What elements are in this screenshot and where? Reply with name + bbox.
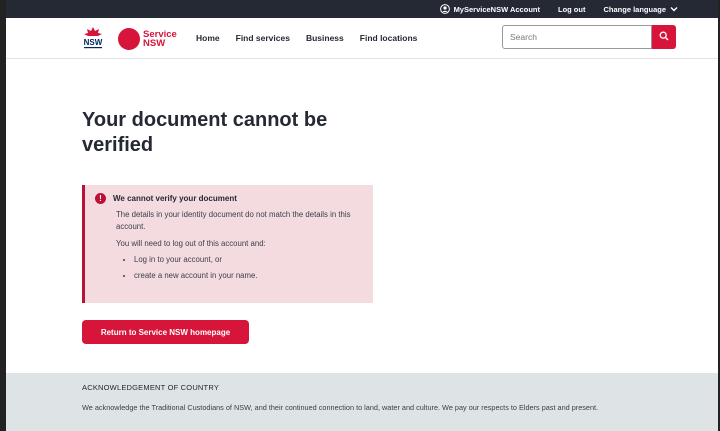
- language-label: Change language: [603, 4, 666, 14]
- nsw-government-logo[interactable]: NSW: [82, 26, 104, 52]
- error-icon: !: [95, 193, 106, 204]
- browser-page: MyServiceNSW Account Log out Change lang…: [6, 0, 718, 431]
- user-icon: [439, 4, 450, 14]
- search-input[interactable]: [502, 25, 652, 49]
- chevron-down-icon: [670, 6, 678, 12]
- return-home-button[interactable]: Return to Service NSW homepage: [82, 320, 249, 344]
- utility-bar: MyServiceNSW Account Log out Change lang…: [6, 0, 718, 18]
- alert-heading: We cannot verify your document: [113, 194, 237, 203]
- search-bar: [502, 25, 676, 49]
- nsw-logo-text: NSW: [84, 38, 103, 47]
- nav-business[interactable]: Business: [306, 33, 344, 43]
- nav-find-services[interactable]: Find services: [236, 33, 290, 43]
- acknowledgement-footer: ACKNOWLEDGEMENT OF COUNTRY We acknowledg…: [6, 373, 718, 431]
- change-language-dropdown[interactable]: Change language: [603, 5, 678, 14]
- nav-home[interactable]: Home: [196, 33, 220, 43]
- alert-paragraph-2: You will need to log out of this account…: [116, 239, 266, 248]
- main-nav: Home Find services Business Find locatio…: [196, 33, 417, 43]
- site-header: NSW Service NSW Home Find services Busin…: [6, 18, 718, 59]
- logout-link[interactable]: Log out: [558, 5, 586, 14]
- page-title: Your document cannot be verified: [82, 109, 328, 156]
- error-alert: ! We cannot verify your document The det…: [82, 185, 373, 303]
- logo-nsw-text: NSW: [143, 38, 166, 49]
- footer-text: We acknowledge the Traditional Custodian…: [82, 403, 599, 412]
- list-item: create a new account in your name.: [134, 270, 363, 282]
- search-button[interactable]: [652, 25, 676, 49]
- list-item: Log in to your account, or: [134, 254, 363, 266]
- service-nsw-logo[interactable]: Service NSW: [118, 28, 177, 50]
- logout-label: Log out: [557, 4, 586, 14]
- alert-list: Log in to your account, or create a new …: [116, 254, 363, 282]
- footer-heading: ACKNOWLEDGEMENT OF COUNTRY: [82, 383, 220, 392]
- account-link[interactable]: MyServiceNSW Account: [439, 4, 540, 14]
- waratah-icon: [118, 28, 140, 50]
- nav-find-locations[interactable]: Find locations: [360, 33, 418, 43]
- search-icon: [659, 28, 669, 46]
- account-label: MyServiceNSW Account: [453, 4, 540, 14]
- alert-paragraph-1: The details in your identity document do…: [116, 210, 351, 231]
